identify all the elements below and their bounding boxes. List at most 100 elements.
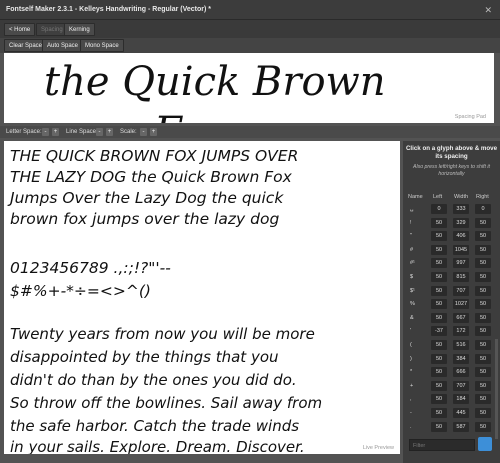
- left-field[interactable]: 50: [431, 394, 447, 405]
- glyph-row[interactable]: - 50 445 50: [403, 407, 497, 420]
- right-field[interactable]: 0: [475, 204, 491, 214]
- left-field[interactable]: 50: [431, 367, 447, 378]
- spacing-pad-text-line2[interactable]: Fox ...: [153, 109, 277, 123]
- glyph-row[interactable]: ! 50 329 50: [403, 217, 497, 230]
- left-field[interactable]: 50: [431, 244, 447, 255]
- width-field[interactable]: 184: [453, 394, 469, 405]
- right-field[interactable]: 50: [475, 380, 491, 391]
- line-space-plus[interactable]: +: [106, 128, 113, 136]
- right-field[interactable]: 50: [475, 299, 491, 310]
- right-field[interactable]: 50: [475, 244, 491, 255]
- tab-spacing[interactable]: Spacing: [36, 23, 68, 36]
- width-field[interactable]: 587: [453, 421, 469, 432]
- right-field[interactable]: 50: [475, 272, 491, 282]
- glyph-row[interactable]: ) 50 384 50: [403, 353, 497, 366]
- mono-space-button[interactable]: Mono Space: [80, 39, 124, 52]
- spacing-pad-label: Spacing Pad: [454, 114, 486, 120]
- width-field[interactable]: 1027: [453, 299, 469, 310]
- width-field[interactable]: 667: [453, 312, 469, 323]
- right-field[interactable]: 50: [475, 231, 491, 242]
- glyph-name: #¹: [410, 260, 415, 267]
- left-field[interactable]: 50: [431, 380, 447, 391]
- letter-space-plus[interactable]: +: [52, 128, 59, 136]
- left-field[interactable]: 50: [431, 258, 447, 269]
- left-field[interactable]: 0: [431, 204, 447, 214]
- left-field[interactable]: 50: [431, 421, 447, 432]
- width-field[interactable]: 384: [453, 353, 469, 364]
- spacing-hint: Also press left/right keys to shift it h…: [413, 164, 490, 177]
- glyph-row[interactable]: ␣ 0 333 0: [403, 203, 497, 216]
- left-field[interactable]: 50: [431, 408, 447, 418]
- right-field[interactable]: 50: [475, 394, 491, 405]
- glyph-row[interactable]: (50 516 50: [403, 339, 497, 352]
- live-preview-canvas: THE QUICK BROWN FOX JUMPS OVER THE LAZY …: [7, 147, 322, 454]
- glyph-row[interactable]: " 50 406 50: [403, 230, 497, 243]
- right-field[interactable]: 50: [475, 367, 491, 378]
- width-field[interactable]: 707: [453, 380, 469, 391]
- left-field[interactable]: 50: [431, 217, 447, 228]
- right-field[interactable]: 50: [475, 258, 491, 269]
- scale-minus[interactable]: -: [140, 128, 147, 136]
- glyph-row[interactable]: , 50 184 50: [403, 393, 497, 406]
- home-button[interactable]: < Home: [4, 23, 36, 36]
- nav-bar: < Home Spacing Kerning: [0, 20, 500, 38]
- glyph-row[interactable]: % 50 1027 50: [403, 298, 497, 311]
- line-space-minus[interactable]: -: [96, 128, 103, 136]
- width-field[interactable]: 445: [453, 408, 469, 418]
- letter-space-minus[interactable]: -: [42, 128, 49, 136]
- left-field[interactable]: 50: [431, 285, 447, 296]
- glyph-row[interactable]: $¹ 50 707 50: [403, 285, 497, 298]
- glyph-row[interactable]: $50 815 50: [403, 271, 497, 284]
- glyph-name: ␣: [410, 206, 414, 212]
- glyph-row[interactable]: * 50 666 50: [403, 366, 497, 379]
- left-field[interactable]: -37: [431, 326, 447, 337]
- width-field[interactable]: 329: [453, 217, 469, 228]
- right-field[interactable]: 50: [475, 408, 491, 418]
- spacing-pad-canvas[interactable]: the Quick Brown Fox ...: [4, 53, 494, 123]
- right-field[interactable]: 50: [475, 421, 491, 432]
- left-field[interactable]: 50: [431, 312, 447, 323]
- glyph-row[interactable]: #50 1045 50: [403, 244, 497, 257]
- right-field[interactable]: 50: [475, 312, 491, 323]
- preview-lines: THE QUICK BROWN FOX JUMPS OVER THE LAZY …: [7, 147, 322, 454]
- width-field[interactable]: 707: [453, 285, 469, 296]
- tab-kerning[interactable]: Kerning: [64, 23, 95, 36]
- right-field[interactable]: 50: [475, 353, 491, 364]
- glyph-row[interactable]: +50 707 50: [403, 380, 497, 393]
- close-icon[interactable]: ✕: [484, 5, 492, 16]
- auto-space-button[interactable]: Auto Space: [42, 39, 84, 52]
- live-preview[interactable]: THE QUICK BROWN FOX JUMPS OVER THE LAZY …: [4, 141, 400, 454]
- right-field[interactable]: 50: [475, 285, 491, 296]
- glyph-name: ): [410, 355, 412, 362]
- width-field[interactable]: 406: [453, 231, 469, 242]
- left-field[interactable]: 50: [431, 340, 447, 350]
- glyph-table-scrollbar[interactable]: [495, 339, 498, 439]
- width-field[interactable]: 172: [453, 326, 469, 337]
- glyph-row[interactable]: . 50 587 50: [403, 421, 497, 434]
- clear-space-button[interactable]: Clear Space: [4, 39, 48, 52]
- width-field[interactable]: 333: [453, 204, 469, 214]
- width-field[interactable]: 997: [453, 258, 469, 269]
- right-field[interactable]: 50: [475, 326, 491, 337]
- glyph-row[interactable]: & 50 667 50: [403, 312, 497, 325]
- width-field[interactable]: 1045: [453, 244, 469, 255]
- left-field[interactable]: 50: [431, 353, 447, 364]
- filter-input[interactable]: Filter: [409, 439, 475, 451]
- spacing-toolbar: Clear Space Auto Space Mono Space: [0, 38, 500, 53]
- preview-line: $#%+-*÷=<>^(): [10, 282, 151, 300]
- left-field[interactable]: 50: [431, 231, 447, 242]
- left-field[interactable]: 50: [431, 299, 447, 310]
- left-field[interactable]: 50: [431, 272, 447, 282]
- width-field[interactable]: 666: [453, 367, 469, 378]
- reset-button[interactable]: [478, 437, 492, 451]
- width-field[interactable]: 815: [453, 272, 469, 282]
- glyph-row[interactable]: ' -37 172 50: [403, 325, 497, 338]
- width-field[interactable]: 516: [453, 340, 469, 350]
- right-field[interactable]: 50: [475, 340, 491, 350]
- right-field[interactable]: 50: [475, 217, 491, 228]
- spacing-pad-text[interactable]: the Quick Brown: [44, 59, 386, 105]
- spacing-pad[interactable]: the Quick Brown Fox ... Spacing Pad: [4, 53, 494, 123]
- glyph-row[interactable]: #¹ 50 997 50: [403, 257, 497, 270]
- col-right: Right: [476, 194, 489, 200]
- scale-plus[interactable]: +: [150, 128, 157, 136]
